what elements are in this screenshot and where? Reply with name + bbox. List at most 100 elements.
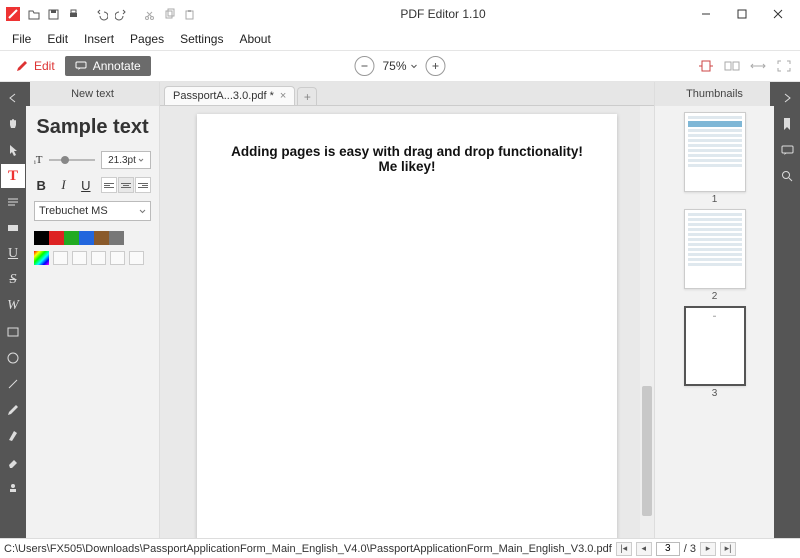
italic-button[interactable]: I <box>56 177 70 193</box>
collapse-left-icon[interactable] <box>1 86 25 110</box>
zoom-in-button[interactable] <box>426 56 446 76</box>
ellipse-tool-icon[interactable] <box>1 346 25 370</box>
text-tool-icon[interactable]: T <box>1 164 25 188</box>
single-page-view-icon[interactable] <box>696 58 716 74</box>
marker-tool-icon[interactable] <box>1 424 25 448</box>
align-center-button[interactable] <box>118 177 134 193</box>
menu-settings[interactable]: Settings <box>174 30 229 48</box>
annotate-mode-label: Annotate <box>93 59 141 73</box>
strike-tool-icon[interactable]: S <box>1 268 25 292</box>
add-tab-button[interactable]: + <box>297 87 317 105</box>
bookmark-icon[interactable] <box>775 112 799 136</box>
font-family-dropdown[interactable]: Trebuchet MS <box>34 201 151 221</box>
swatch-gray[interactable] <box>109 231 124 245</box>
page-text-line: Me likey! <box>217 159 597 174</box>
search-icon[interactable] <box>775 164 799 188</box>
zoom-out-button[interactable] <box>354 56 374 76</box>
paste-icon[interactable] <box>180 5 198 23</box>
page-text-line: Adding pages is easy with drag and drop … <box>217 144 597 159</box>
thumbnail-label: 1 <box>712 194 718 205</box>
redo-icon[interactable] <box>112 5 130 23</box>
scrollbar-thumb[interactable] <box>642 386 652 516</box>
menu-pages[interactable]: Pages <box>124 30 170 48</box>
page-number-input[interactable] <box>656 542 680 556</box>
swatch-red[interactable] <box>49 231 64 245</box>
chevron-down-icon <box>139 209 146 214</box>
menu-about[interactable]: About <box>233 30 276 48</box>
minimize-button[interactable] <box>688 2 724 26</box>
prev-page-button[interactable]: ◂ <box>636 542 652 556</box>
underline-button[interactable]: U <box>79 178 93 193</box>
first-page-button[interactable]: |◂ <box>616 542 632 556</box>
thumbnail-item[interactable]: 2 <box>684 209 746 302</box>
app-icon <box>4 5 22 23</box>
page-viewport[interactable]: Adding pages is easy with drag and drop … <box>160 106 654 538</box>
next-page-button[interactable]: ▸ <box>700 542 716 556</box>
page-total-label: / 3 <box>684 543 696 555</box>
menu-insert[interactable]: Insert <box>78 30 120 48</box>
document-tab[interactable]: PassportA...3.0.pdf * × <box>164 86 295 105</box>
font-family-label: Trebuchet MS <box>39 205 108 217</box>
align-left-button[interactable] <box>101 177 117 193</box>
recent-swatch-2[interactable] <box>72 251 87 265</box>
last-page-button[interactable]: ▸| <box>720 542 736 556</box>
properties-panel: New text Sample text ᵢT 21.3pt B I U Tre… <box>26 82 160 538</box>
annotate-mode-button[interactable]: Annotate <box>65 56 151 76</box>
highlight-tool-icon[interactable]: W <box>1 294 25 318</box>
stamp-tool-icon[interactable] <box>1 476 25 500</box>
paragraph-tool-icon[interactable] <box>1 190 25 214</box>
maximize-button[interactable] <box>724 2 760 26</box>
recent-swatch-3[interactable] <box>91 251 106 265</box>
tab-strip: PassportA...3.0.pdf * × + <box>160 82 654 106</box>
collapse-right-icon[interactable] <box>775 86 799 110</box>
bold-button[interactable]: B <box>34 178 48 193</box>
thumbnail-item-selected[interactable]: ••• 3 <box>684 306 746 399</box>
close-button[interactable] <box>760 2 796 26</box>
comments-panel-icon[interactable] <box>775 138 799 162</box>
fullscreen-icon[interactable] <box>774 58 794 74</box>
thumbnail-item[interactable]: 1 <box>684 112 746 205</box>
swatch-black[interactable] <box>34 231 49 245</box>
chevron-down-icon <box>411 64 418 69</box>
rectangle-tool-icon[interactable] <box>1 320 25 344</box>
whiteout-tool-icon[interactable] <box>1 216 25 240</box>
copy-icon[interactable] <box>160 5 178 23</box>
recent-swatch-1[interactable] <box>53 251 68 265</box>
document-tab-label: PassportA...3.0.pdf * <box>173 90 274 102</box>
print-icon[interactable] <box>64 5 82 23</box>
recent-swatch-5[interactable] <box>129 251 144 265</box>
undo-icon[interactable] <box>92 5 110 23</box>
vertical-scrollbar[interactable] <box>640 106 654 538</box>
open-icon[interactable] <box>24 5 42 23</box>
recent-swatch-4[interactable] <box>110 251 125 265</box>
thumbnail-label: 2 <box>712 291 718 302</box>
app-title: PDF Editor 1.10 <box>198 7 688 21</box>
hand-tool-icon[interactable] <box>1 112 25 136</box>
tools-rail: T U S W <box>0 82 26 538</box>
line-tool-icon[interactable] <box>1 372 25 396</box>
zoom-value-label: 75% <box>382 59 406 73</box>
two-page-view-icon[interactable] <box>722 58 742 74</box>
pointer-tool-icon[interactable] <box>1 138 25 162</box>
swatch-blue[interactable] <box>79 231 94 245</box>
align-right-button[interactable] <box>135 177 151 193</box>
quick-access-toolbar <box>4 5 198 23</box>
swatch-green[interactable] <box>64 231 79 245</box>
swatch-brown[interactable] <box>94 231 109 245</box>
fit-width-icon[interactable] <box>748 58 768 74</box>
menu-file[interactable]: File <box>6 30 37 48</box>
color-picker-button[interactable] <box>34 251 49 265</box>
cut-icon[interactable] <box>140 5 158 23</box>
edit-mode-button[interactable]: Edit <box>6 56 65 76</box>
status-filepath: C:\Users\FX505\Downloads\PassportApplica… <box>4 543 612 555</box>
menu-edit[interactable]: Edit <box>41 30 74 48</box>
save-icon[interactable] <box>44 5 62 23</box>
font-size-field[interactable]: 21.3pt <box>101 151 151 169</box>
zoom-value-dropdown[interactable]: 75% <box>382 59 417 73</box>
pencil-tool-icon[interactable] <box>1 398 25 422</box>
close-tab-icon[interactable]: × <box>280 90 286 102</box>
font-size-slider[interactable] <box>49 159 95 161</box>
underline-tool-icon[interactable]: U <box>1 242 25 266</box>
page-canvas[interactable]: Adding pages is easy with drag and drop … <box>197 114 617 538</box>
eraser-tool-icon[interactable] <box>1 450 25 474</box>
